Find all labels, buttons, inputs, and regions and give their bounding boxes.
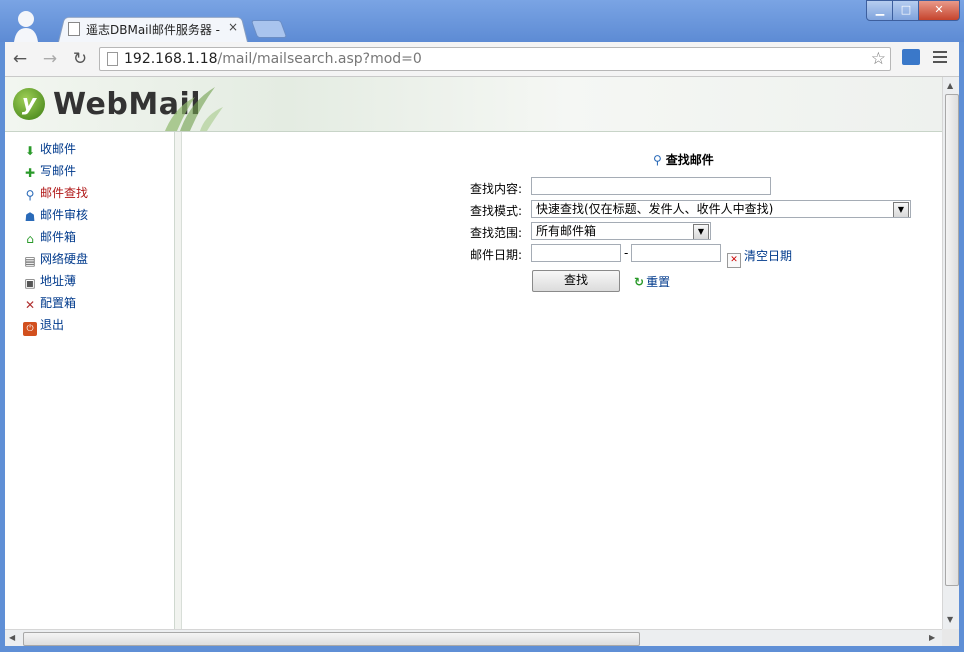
reset-link[interactable]: ↻ 重置 [634,273,670,290]
user-audit-icon: ☗ [24,210,36,224]
browser-toolbar: ← → ↻ 192.168.1.18/mail/mailsearch.asp?m… [5,42,959,77]
bookmark-star-icon[interactable]: ☆ [871,49,886,69]
exit-icon: ⏻ [23,322,37,336]
sidebar-item-compose[interactable]: ✚ 写邮件 [23,162,88,184]
sidebar-item-label: 邮件审核 [40,208,89,222]
vertical-scroll-thumb[interactable] [945,94,959,586]
disk-icon: ▤ [24,254,36,268]
sidebar-item-settings[interactable]: ✕ 配置箱 [23,294,88,316]
new-tab-button[interactable] [250,20,288,38]
close-window-button[interactable]: ✕ [918,0,960,21]
scroll-left-icon[interactable]: ◀ [9,633,15,642]
magnifier-icon: ⚲ [653,153,662,167]
sidebar-item-inbox[interactable]: ⬇ 收邮件 [23,140,88,162]
menu-icon[interactable] [933,51,947,66]
search-button[interactable]: 查找 [532,270,620,292]
search-content-input[interactable] [531,177,771,195]
leaf-decoration-icon [165,87,223,131]
sidebar-item-label: 邮件查找 [40,186,89,200]
date-from-input[interactable] [531,244,621,262]
url-path: /mail/mailsearch.asp?mod=0 [217,51,422,67]
content-label: 查找内容: [470,182,523,196]
page-title: 查找邮件 [665,153,714,167]
scroll-down-icon[interactable]: ▼ [947,615,953,624]
clear-date-label: 清空日期 [744,249,793,263]
minimize-button[interactable]: ▁ [866,0,894,21]
sidebar-item-netdisk[interactable]: ▤ 网络硬盘 [23,250,88,272]
forward-arrow-icon[interactable]: → [39,49,61,69]
url-host: 192.168.1.18 [124,51,218,67]
page-icon [68,22,80,36]
frame-divider[interactable] [175,132,182,630]
horizontal-scrollbar[interactable]: ◀ ▶ [5,629,942,646]
search-scope-select[interactable]: 所有邮件箱 ▼ [531,222,711,240]
dropdown-arrow-icon: ▼ [893,202,909,217]
tools-icon: ✕ [24,298,36,312]
search-mode-select[interactable]: 快速查找(仅在标题、发件人、收件人中查找) ▼ [531,200,911,218]
sidebar-item-mailbox[interactable]: ⌂ 邮件箱 [23,228,88,250]
magnifier-icon: ⚲ [25,188,35,202]
scroll-up-icon[interactable]: ▲ [947,81,953,90]
window-titlebar: 遥志DBMail邮件服务器 - \ × ▁ □ ✕ [0,0,964,42]
profile-avatar-icon[interactable] [12,8,40,42]
page-icon [107,52,118,66]
mode-label: 查找模式: [470,204,523,218]
browser-tab-active[interactable]: 遥志DBMail邮件服务器 - \ × [58,15,248,42]
calendar-clear-icon: ✕ [727,253,741,268]
sidebar-item-label: 网络硬盘 [40,252,89,266]
extension-icon[interactable] [902,49,920,65]
sidebar-item-label: 写邮件 [40,164,77,178]
reset-arrow-icon: ↻ [634,275,645,289]
reset-label: 重置 [646,275,671,289]
sidebar-item-label: 邮件箱 [40,230,77,244]
page-viewport: y WebMail ⬇ 收邮件 ✚ 写邮件 ⚲ 邮件查找 ☗ 邮件审核 ⌂ 邮件箱 ▤ 网络… [5,77,959,646]
dropdown-arrow-icon: ▼ [693,224,709,239]
compose-icon: ✚ [24,166,36,180]
sidebar-nav: ⬇ 收邮件 ✚ 写邮件 ⚲ 邮件查找 ☗ 邮件审核 ⌂ 邮件箱 ▤ 网络硬盘 ▣ 地址薄 ✕ 配… [23,140,88,338]
logo-icon: y [13,88,45,120]
search-mode-value: 快速查找(仅在标题、发件人、收件人中查找) [536,202,774,216]
house-icon: ⌂ [26,232,34,246]
sidebar-item-search[interactable]: ⚲ 邮件查找 [23,184,88,206]
horizontal-scroll-thumb[interactable] [23,632,640,646]
tab-close-icon[interactable]: × [228,20,238,34]
sidebar-item-label: 地址薄 [40,274,77,288]
inbox-download-icon: ⬇ [24,144,36,158]
search-form-title: ⚲ 查找邮件 [653,151,714,168]
sidebar-item-logout[interactable]: ⏻ 退出 [23,316,88,338]
maximize-button[interactable]: □ [892,0,920,21]
sidebar: ⬇ 收邮件 ✚ 写邮件 ⚲ 邮件查找 ☗ 邮件审核 ⌂ 邮件箱 ▤ 网络硬盘 ▣ 地址薄 ✕ 配… [5,132,175,630]
sidebar-item-address-book[interactable]: ▣ 地址薄 [23,272,88,294]
vertical-scrollbar[interactable]: ▲ ▼ [942,77,959,629]
search-scope-value: 所有邮件箱 [536,224,597,238]
date-label: 邮件日期: [470,248,523,262]
scope-label: 查找范围: [470,226,523,240]
url-text: 192.168.1.18/mail/mailsearch.asp?mod=0 [124,51,422,67]
sidebar-item-audit[interactable]: ☗ 邮件审核 [23,206,88,228]
address-bar[interactable]: 192.168.1.18/mail/mailsearch.asp?mod=0 ☆ [99,47,891,71]
clear-date-link[interactable]: ✕ 清空日期 [727,247,792,268]
reload-icon[interactable]: ↻ [69,49,91,69]
sidebar-item-label: 退出 [40,318,65,332]
sidebar-item-label: 配置箱 [40,296,77,310]
back-arrow-icon[interactable]: ← [9,49,31,69]
sidebar-item-label: 收邮件 [40,142,77,156]
webmail-banner: y WebMail [5,77,942,132]
date-separator: - [624,246,629,260]
address-book-icon: ▣ [24,276,36,290]
scrollbar-corner [942,629,959,646]
tab-title: 遥志DBMail邮件服务器 - \ [86,23,220,37]
scroll-right-icon[interactable]: ▶ [929,633,935,642]
date-to-input[interactable] [631,244,721,262]
